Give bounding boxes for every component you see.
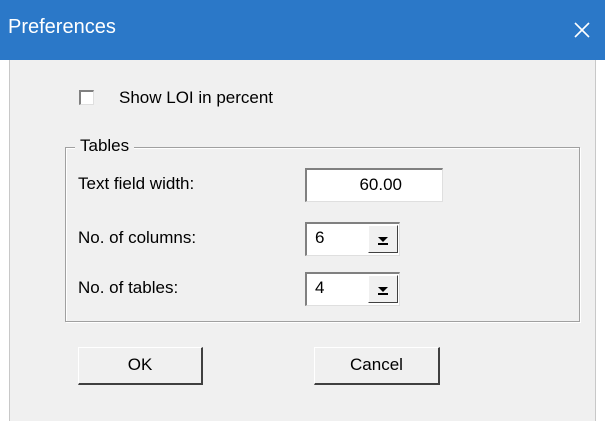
tables-label: No. of tables: [78, 278, 179, 297]
show-loi-label[interactable]: Show LOI in percent [119, 88, 273, 108]
text-field-width-label: Text field width: [78, 174, 195, 193]
tables-value: 4 [315, 278, 325, 297]
text-field-width-input[interactable]: 60.00 [305, 168, 443, 202]
dropdown-arrow-icon [378, 236, 388, 245]
columns-value: 6 [315, 228, 325, 247]
columns-dropdown-button[interactable] [368, 225, 398, 253]
columns-combobox[interactable]: 6 [305, 222, 400, 256]
columns-label: No. of columns: [78, 228, 197, 247]
ok-button[interactable]: OK [78, 347, 203, 385]
close-icon [574, 22, 590, 38]
show-loi-checkbox[interactable] [79, 90, 94, 105]
window-right-border [595, 60, 605, 421]
tables-group-legend: Tables [75, 136, 135, 156]
dialog-title: Preferences [8, 16, 116, 38]
preferences-dialog: Preferences Show LOI in percent Tables T… [0, 0, 605, 421]
window-left-border [0, 60, 10, 421]
tables-dropdown-button[interactable] [368, 275, 398, 303]
tables-combobox[interactable]: 4 [305, 272, 400, 306]
title-bar[interactable]: Preferences [0, 0, 605, 60]
close-button[interactable] [559, 0, 605, 60]
dropdown-arrow-icon [378, 286, 388, 295]
cancel-button[interactable]: Cancel [314, 347, 440, 385]
